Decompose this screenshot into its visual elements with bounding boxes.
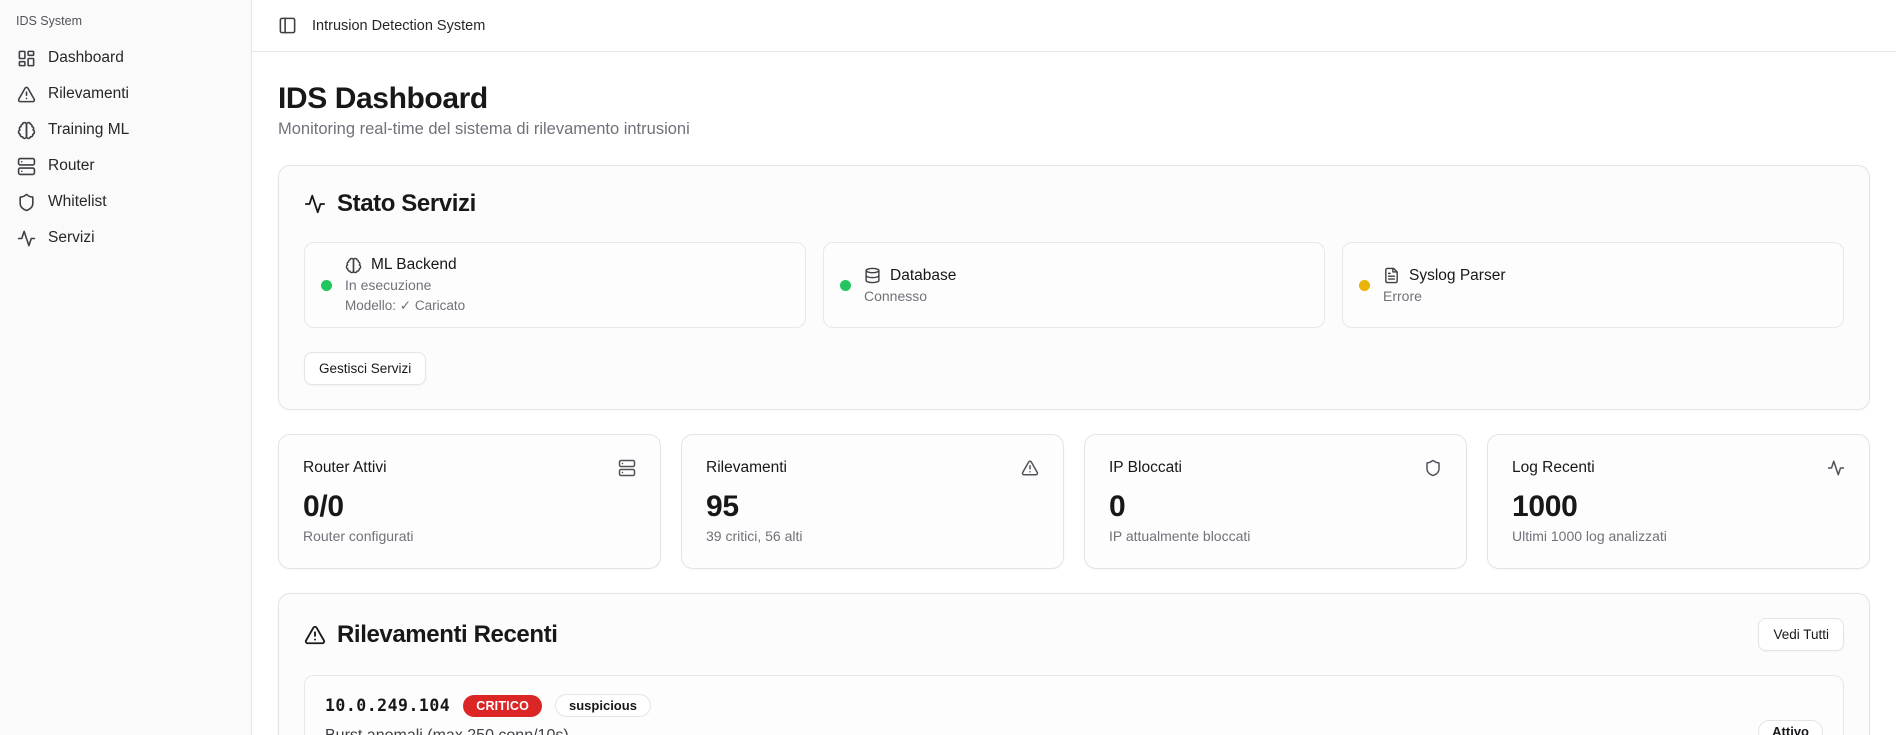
services-panel-title: Stato Servizi: [337, 190, 476, 218]
severity-badge: CRITICO: [463, 695, 542, 717]
sidebar-item-router[interactable]: Router: [14, 148, 237, 184]
services-panel-header: Stato Servizi: [304, 190, 1844, 218]
service-status: In esecuzione: [345, 277, 465, 293]
stat-card-log-recenti: Log Recenti 1000 Ultimi 1000 log analizz…: [1487, 434, 1870, 569]
brain-icon: [345, 257, 362, 274]
main-area: Intrusion Detection System IDS Dashboard…: [252, 0, 1896, 735]
stat-value: 0/0: [303, 490, 636, 524]
stat-value: 0: [1109, 490, 1442, 524]
stat-card-ip-bloccati: IP Bloccati 0 IP attualmente bloccati: [1084, 434, 1467, 569]
sidebar-item-label: Rilevamenti: [48, 85, 129, 103]
service-name: Database: [890, 267, 956, 285]
detection-description: Burst anomali (max 250 conn/10s): [325, 727, 651, 735]
status-dot: [840, 280, 851, 291]
sidebar-item-servizi[interactable]: Servizi: [14, 220, 237, 256]
stat-card-rilevamenti: Rilevamenti 95 39 critici, 56 alti: [681, 434, 1064, 569]
page-title: IDS Dashboard: [278, 82, 1870, 116]
sidebar-item-rilevamenti[interactable]: Rilevamenti: [14, 76, 237, 112]
service-status: Errore: [1383, 288, 1505, 304]
page-content: IDS Dashboard Monitoring real-time del s…: [252, 52, 1896, 735]
service-card-ml-backend: ML Backend In esecuzione Modello: ✓ Cari…: [304, 242, 806, 328]
stat-subtitle: IP attualmente bloccati: [1109, 528, 1442, 544]
service-status: Connesso: [864, 288, 956, 304]
sidebar-item-label: Training ML: [48, 121, 129, 139]
service-name: Syslog Parser: [1409, 267, 1505, 285]
alert-triangle-icon: [304, 624, 326, 646]
service-card-syslog-parser: Syslog Parser Errore: [1342, 242, 1844, 328]
stats-grid: Router Attivi 0/0 Router configurati Ril…: [278, 434, 1870, 569]
services-panel: Stato Servizi ML Backend In esecuzione M…: [278, 165, 1870, 410]
detection-ip: 10.0.249.104: [325, 696, 450, 715]
stat-value: 1000: [1512, 490, 1845, 524]
server-icon: [618, 459, 636, 477]
sidebar-item-label: Dashboard: [48, 49, 124, 67]
sidebar-item-whitelist[interactable]: Whitelist: [14, 184, 237, 220]
tag-badge: suspicious: [555, 694, 651, 717]
service-detail: Modello: ✓ Caricato: [345, 298, 465, 314]
stat-subtitle: Ultimi 1000 log analizzati: [1512, 528, 1845, 544]
shield-icon: [17, 193, 36, 212]
status-dot: [1359, 280, 1370, 291]
stat-subtitle: 39 critici, 56 alti: [706, 528, 1039, 544]
alert-triangle-icon: [1021, 459, 1039, 477]
state-badge: Attivo: [1758, 720, 1823, 735]
sidebar-item-label: Whitelist: [48, 193, 107, 211]
stat-title: Router Attivi: [303, 459, 387, 477]
brain-icon: [17, 121, 36, 140]
sidebar-item-training-ml[interactable]: Training ML: [14, 112, 237, 148]
detection-row[interactable]: 10.0.249.104 CRITICO suspicious Burst an…: [304, 675, 1844, 735]
sidebar-item-label: Servizi: [48, 229, 95, 247]
recent-detections-panel: Rilevamenti Recenti Vedi Tutti 10.0.249.…: [278, 593, 1870, 735]
services-grid: ML Backend In esecuzione Modello: ✓ Cari…: [304, 242, 1844, 328]
stat-card-router-attivi: Router Attivi 0/0 Router configurati: [278, 434, 661, 569]
activity-icon: [1827, 459, 1845, 477]
recent-detections-header: Rilevamenti Recenti: [304, 621, 557, 649]
database-icon: [864, 267, 881, 284]
detection-info: 10.0.249.104 CRITICO suspicious Burst an…: [325, 694, 651, 735]
status-dot: [321, 280, 332, 291]
sidebar-toggle-icon[interactable]: [278, 16, 297, 35]
page-subtitle: Monitoring real-time del sistema di rile…: [278, 120, 1870, 139]
stat-title: Log Recenti: [1512, 459, 1595, 477]
manage-services-button[interactable]: Gestisci Servizi: [304, 352, 426, 385]
file-text-icon: [1383, 267, 1400, 284]
sidebar-item-dashboard[interactable]: Dashboard: [14, 40, 237, 76]
app-title: Intrusion Detection System: [312, 18, 485, 34]
service-card-database: Database Connesso: [823, 242, 1325, 328]
top-header: Intrusion Detection System: [252, 0, 1896, 52]
stat-value: 95: [706, 490, 1039, 524]
sidebar-item-label: Router: [48, 157, 95, 175]
alert-triangle-icon: [17, 85, 36, 104]
stat-title: IP Bloccati: [1109, 459, 1182, 477]
activity-icon: [304, 193, 326, 215]
stat-subtitle: Router configurati: [303, 528, 636, 544]
sidebar: IDS System Dashboard Rilevamenti Trainin…: [0, 0, 252, 735]
shield-icon: [1424, 459, 1442, 477]
view-all-button[interactable]: Vedi Tutti: [1758, 618, 1844, 651]
activity-icon: [17, 229, 36, 248]
dashboard-icon: [17, 49, 36, 68]
service-name: ML Backend: [371, 256, 457, 274]
server-icon: [17, 157, 36, 176]
stat-title: Rilevamenti: [706, 459, 787, 477]
recent-detections-title: Rilevamenti Recenti: [337, 621, 557, 649]
sidebar-app-title: IDS System: [14, 12, 237, 40]
